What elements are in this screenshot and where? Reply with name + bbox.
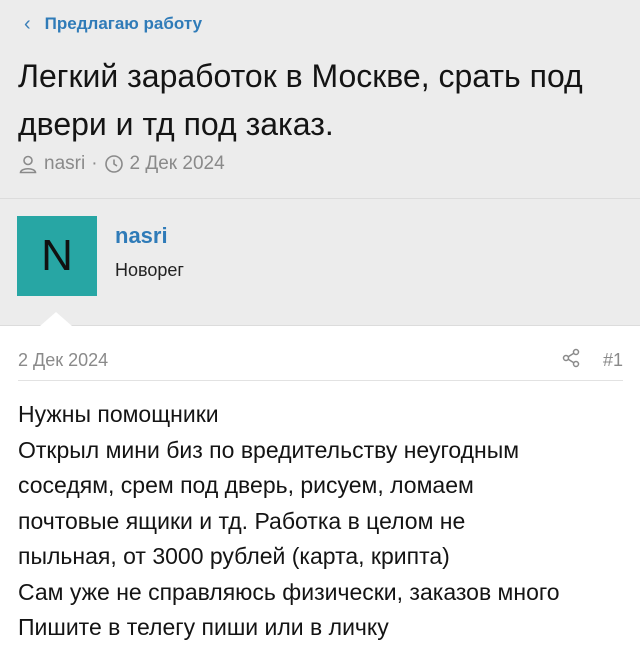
post-number[interactable]: #1 xyxy=(603,350,623,371)
thread-meta: nasri · 2 Дек 2024 xyxy=(18,153,225,175)
divider xyxy=(18,380,623,381)
breadcrumb-link[interactable]: Предлагаю работу xyxy=(45,14,202,34)
post-line: соседям, срем под дверь, рисуем, ломаем xyxy=(18,472,474,498)
post-author-username[interactable]: nasri xyxy=(115,223,168,249)
post-body: Нужны помощники Открыл мини биз по вреди… xyxy=(18,397,633,646)
chevron-left-icon[interactable]: ‹ xyxy=(24,14,31,34)
author-card: N nasri Новорег xyxy=(0,199,640,326)
user-icon xyxy=(18,154,38,174)
post-line: Сам уже не справляюсь физически, заказов… xyxy=(18,578,560,605)
clock-icon xyxy=(104,154,124,174)
meta-separator: · xyxy=(91,153,98,174)
share-icon[interactable] xyxy=(561,348,581,373)
post-line: почтовые ящики и тд. Работка в целом не xyxy=(18,507,466,534)
post-date[interactable]: 2 Дек 2024 xyxy=(18,350,108,371)
thread-date[interactable]: 2 Дек 2024 xyxy=(130,153,225,175)
page-title: Легкий заработок в Москве, срать под две… xyxy=(18,58,583,142)
avatar[interactable]: N xyxy=(17,216,97,296)
post-line: Нужны помощники xyxy=(18,401,219,427)
message-pointer xyxy=(40,312,72,326)
post-meta: 2 Дек 2024 #1 xyxy=(18,345,623,375)
breadcrumb[interactable]: ‹ Предлагаю работу xyxy=(24,14,202,34)
thread-header: ‹ Предлагаю работу Легкий заработок в Мо… xyxy=(0,0,640,199)
user-role: Новорег xyxy=(115,260,184,280)
post-line: Пишите в телегу пиши или в личку xyxy=(18,614,389,640)
post-line: пыльная, от 3000 рублей (карта, крипта) xyxy=(18,543,450,569)
thread-author-link[interactable]: nasri xyxy=(44,153,85,175)
post-line: Открыл мини биз по вредительству неугодн… xyxy=(18,436,520,463)
